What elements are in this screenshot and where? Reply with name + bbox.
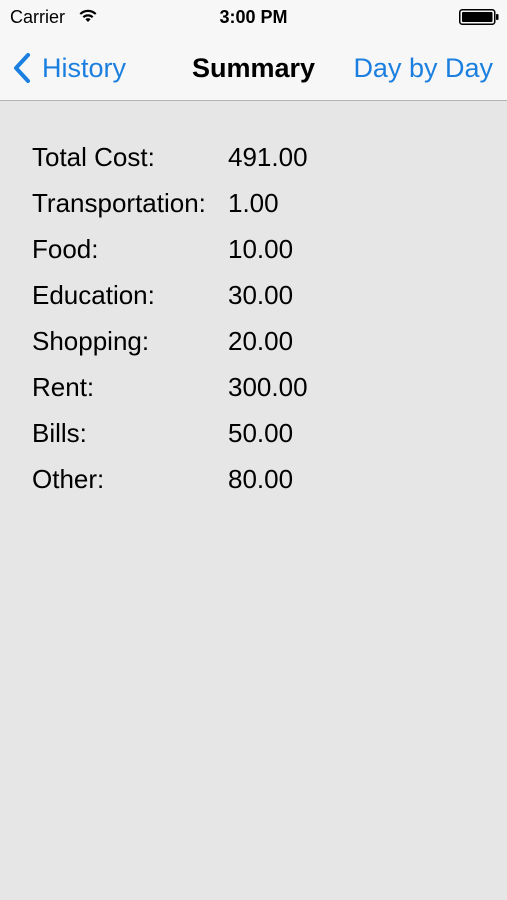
summary-row-value: 1.00 bbox=[228, 188, 279, 218]
summary-row-value: 80.00 bbox=[228, 464, 294, 494]
summary-list: Total Cost: 491.00 Transportation: 1.00 … bbox=[32, 137, 472, 505]
navigation-bar: History Summary Day by Day bbox=[0, 40, 507, 96]
summary-row-value: 30.00 bbox=[228, 280, 294, 310]
summary-row-label: Food: bbox=[32, 234, 99, 264]
summary-row-shopping: Shopping: 20.00 bbox=[32, 321, 472, 367]
summary-row-value: 20.00 bbox=[228, 326, 294, 356]
summary-row-rent: Rent: 300.00 bbox=[32, 367, 472, 413]
status-bar: Carrier 3:00 PM bbox=[0, 0, 507, 36]
day-by-day-button[interactable]: Day by Day bbox=[353, 51, 493, 85]
summary-row-label: Total Cost: bbox=[32, 142, 155, 172]
summary-row-label: Other: bbox=[32, 464, 105, 494]
battery-icon bbox=[459, 9, 499, 25]
summary-row-label: Bills: bbox=[32, 418, 87, 448]
page-title-text: Summary bbox=[191, 53, 316, 83]
summary-row-label: Shopping: bbox=[32, 326, 150, 356]
status-time: 3:00 PM bbox=[219, 7, 288, 27]
summary-row-food: Food: 10.00 bbox=[32, 229, 472, 275]
top-bar: Carrier 3:00 PM History Summary Day by D… bbox=[0, 0, 507, 101]
summary-row-other: Other: 80.00 bbox=[32, 459, 472, 505]
summary-row-label: Transportation: bbox=[32, 188, 206, 218]
summary-row-label: Rent: bbox=[32, 372, 95, 402]
summary-row-bills: Bills: 50.00 bbox=[32, 413, 472, 459]
summary-row-education: Education: 30.00 bbox=[32, 275, 472, 321]
summary-row-value: 10.00 bbox=[228, 234, 294, 264]
summary-row-value: 300.00 bbox=[228, 372, 308, 402]
summary-row-value: 50.00 bbox=[228, 418, 294, 448]
summary-row-value: 491.00 bbox=[228, 142, 308, 172]
summary-row-total-cost: Total Cost: 491.00 bbox=[32, 137, 472, 183]
summary-row-transportation: Transportation: 1.00 bbox=[32, 183, 472, 229]
summary-row-label: Education: bbox=[32, 280, 155, 310]
